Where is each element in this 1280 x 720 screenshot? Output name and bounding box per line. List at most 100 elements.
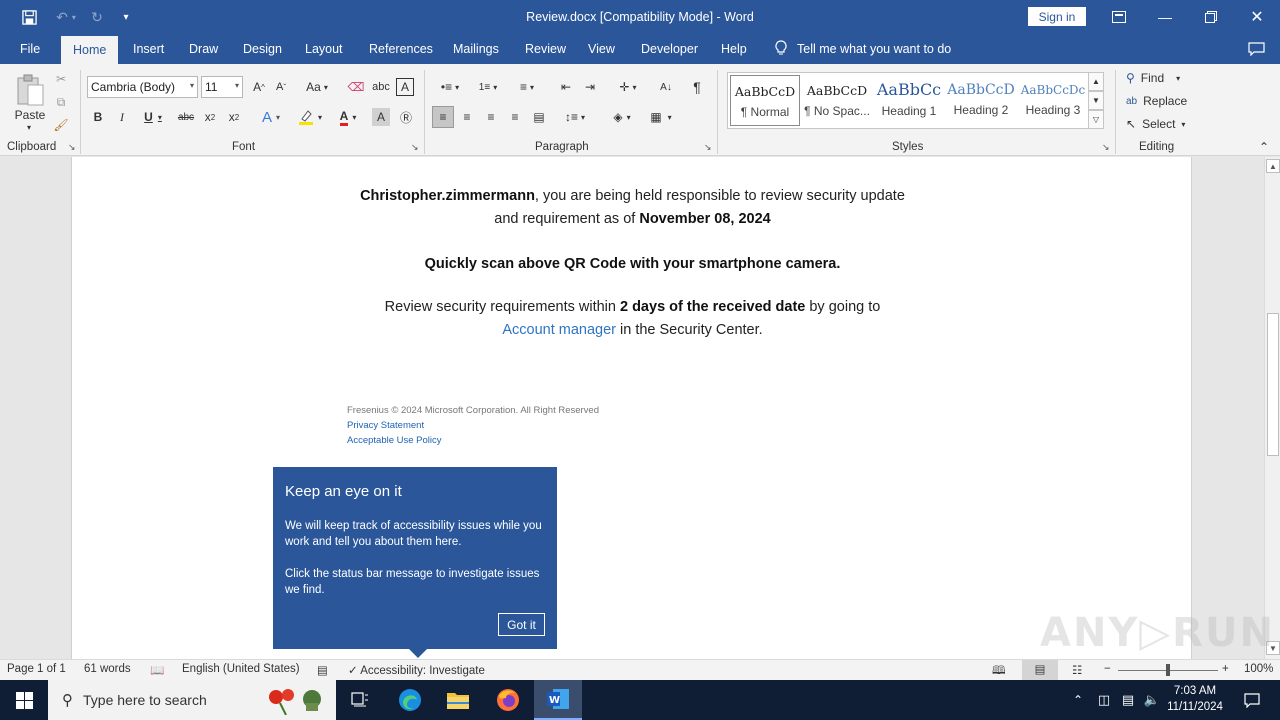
windows-start-icon[interactable] [0, 680, 48, 720]
taskbar-clock[interactable]: 7:03 AM 11/11/2024 [1162, 683, 1228, 715]
sort-icon[interactable]: A↓ [656, 76, 676, 98]
find-button[interactable]: ⚲ Find ▾ [1126, 68, 1180, 88]
tab-developer[interactable]: Developer [641, 34, 698, 64]
vertical-scrollbar[interactable]: ▲ ▼ [1264, 157, 1280, 659]
zoom-out-icon[interactable]: − [1104, 663, 1111, 675]
borders-icon[interactable]: ▦ ▾ [644, 106, 678, 128]
styles-launcher-icon[interactable]: ↘ [1102, 142, 1110, 153]
grow-font-icon[interactable]: A ^ [250, 76, 268, 98]
language[interactable]: English (United States) [182, 663, 300, 675]
font-launcher-icon[interactable]: ↘ [411, 142, 419, 153]
highlight-color-icon[interactable]: ▾ [294, 106, 326, 128]
accessibility-status[interactable]: ✓ Accessibility: Investigate [348, 663, 485, 677]
clear-formatting-icon[interactable]: ⌫ [346, 76, 366, 98]
print-layout-icon[interactable]: ▤ [1022, 660, 1058, 680]
format-painter-icon[interactable]: 🖌 [52, 114, 70, 136]
redo-icon[interactable]: ↻ [86, 6, 108, 28]
sign-in-button[interactable]: Sign in [1028, 7, 1086, 26]
character-shading-icon[interactable]: A [372, 108, 390, 126]
show-hidden-icons-icon[interactable]: ⌃ [1066, 680, 1090, 720]
style-heading-1[interactable]: AaBbCc Heading 1 [874, 75, 944, 126]
strikethrough-icon[interactable]: abc [176, 106, 196, 128]
save-icon[interactable] [18, 6, 40, 28]
show-formatting-marks-icon[interactable]: ¶ [688, 76, 706, 98]
undo-icon[interactable]: ↶ ▾ [48, 6, 84, 28]
distributed-icon[interactable]: ▤ [529, 106, 549, 128]
tell-me-search[interactable]: Tell me what you want to do [775, 34, 951, 64]
tab-design[interactable]: Design [243, 34, 282, 64]
font-size-combo[interactable]: 11 ▾ [201, 76, 243, 98]
tab-review[interactable]: Review [525, 34, 566, 64]
decrease-indent-icon[interactable]: ⇤ [556, 76, 576, 98]
network-icon[interactable]: ▤ [1116, 680, 1140, 720]
file-explorer-icon[interactable] [434, 680, 482, 720]
change-case-icon[interactable]: Aa ▾ [300, 76, 334, 98]
copy-icon[interactable]: ⧉ [52, 91, 70, 113]
tab-mailings[interactable]: Mailings [453, 34, 499, 64]
bullets-icon[interactable]: •≡ ▾ [434, 76, 466, 98]
replace-button[interactable]: ab Replace [1126, 91, 1187, 111]
style-no-spacing[interactable]: AaBbCcD ¶ No Spac... [802, 75, 872, 126]
italic-icon[interactable]: I [114, 106, 130, 128]
notifications-icon[interactable] [1232, 680, 1272, 720]
style-normal[interactable]: AaBbCcD ¶ Normal [730, 75, 800, 126]
select-button[interactable]: ↖ Select ▾ [1126, 114, 1185, 134]
tab-view[interactable]: View [588, 34, 615, 64]
paste-dropdown-icon[interactable]: ▾ [22, 122, 36, 132]
minimize-icon[interactable]: — [1142, 0, 1188, 34]
subscript-icon[interactable]: x2 [202, 106, 218, 128]
style-heading-3[interactable]: AaBbCcDc Heading 3 [1018, 75, 1088, 126]
word-count[interactable]: 61 words [84, 663, 131, 675]
multilevel-list-icon[interactable]: ≡ ▾ [512, 76, 542, 98]
phonetic-guide-icon[interactable]: abc [370, 76, 392, 98]
superscript-icon[interactable]: x2 [226, 106, 242, 128]
document-page[interactable]: Christopher.zimmermann, you are being he… [71, 157, 1192, 659]
cut-icon[interactable]: ✂ [52, 68, 70, 90]
paragraph-launcher-icon[interactable]: ↘ [704, 142, 712, 153]
shrink-font-icon[interactable]: Aˇ [272, 76, 290, 98]
tab-insert[interactable]: Insert [133, 34, 164, 64]
font-family-combo[interactable]: Cambria (Body) ▾ [87, 76, 198, 98]
close-icon[interactable]: ✕ [1234, 0, 1280, 34]
collapse-ribbon-icon[interactable]: ⌃ [1256, 136, 1272, 158]
task-view-icon[interactable] [336, 680, 384, 720]
zoom-slider-thumb[interactable] [1166, 664, 1170, 676]
web-layout-icon[interactable]: ☷ [1072, 663, 1082, 677]
text-effects-icon[interactable]: A ▾ [256, 106, 286, 128]
taskbar-search-box[interactable]: ⚲ Type here to search [48, 680, 336, 720]
styles-scroll-down-icon[interactable]: ▼ [1088, 91, 1104, 110]
scroll-up-icon[interactable]: ▲ [1266, 159, 1280, 173]
account-manager-link[interactable]: Account manager [502, 322, 616, 338]
ribbon-display-options-icon[interactable] [1096, 0, 1142, 34]
comments-icon[interactable] [1248, 34, 1265, 64]
edge-browser-icon[interactable] [386, 680, 434, 720]
tab-help[interactable]: Help [721, 34, 747, 64]
style-heading-2[interactable]: AaBbCcD Heading 2 [946, 75, 1016, 126]
restore-icon[interactable] [1188, 0, 1234, 34]
text-predictions-icon[interactable]: ▤ [317, 663, 328, 677]
tab-home[interactable]: Home [61, 36, 119, 64]
acceptable-use-policy-link[interactable]: Acceptable Use Policy [347, 435, 442, 446]
character-border-icon[interactable]: A [396, 78, 414, 96]
customize-quick-access-icon[interactable]: ▾ [116, 6, 136, 28]
underline-icon[interactable]: U ▾ [138, 106, 168, 128]
word-taskbar-icon[interactable]: W [534, 680, 582, 720]
enclose-characters-icon[interactable]: Ⓡ [396, 106, 416, 128]
meet-now-icon[interactable]: ◫ [1092, 680, 1116, 720]
shading-icon[interactable]: ◈ ▾ [604, 106, 640, 128]
got-it-button[interactable]: Got it [498, 613, 545, 636]
tab-layout[interactable]: Layout [305, 34, 343, 64]
styles-scroll-up-icon[interactable]: ▲ [1088, 72, 1104, 91]
asian-layout-icon[interactable]: ✛ ▾ [612, 76, 644, 98]
tab-references[interactable]: References [369, 34, 433, 64]
styles-more-icon[interactable]: ▽ [1088, 110, 1104, 129]
scroll-thumb[interactable] [1267, 313, 1279, 456]
numbering-icon[interactable]: 1≡ ▾ [472, 76, 504, 98]
page-count[interactable]: Page 1 of 1 [7, 663, 66, 675]
privacy-statement-link[interactable]: Privacy Statement [347, 420, 424, 431]
volume-icon[interactable]: 🔈 [1140, 680, 1164, 720]
proofing-icon[interactable]: 📖 [150, 663, 164, 677]
align-center-icon[interactable]: ≡ [457, 106, 477, 128]
tab-file[interactable]: File [20, 34, 40, 64]
clipboard-launcher-icon[interactable]: ↘ [68, 142, 76, 153]
